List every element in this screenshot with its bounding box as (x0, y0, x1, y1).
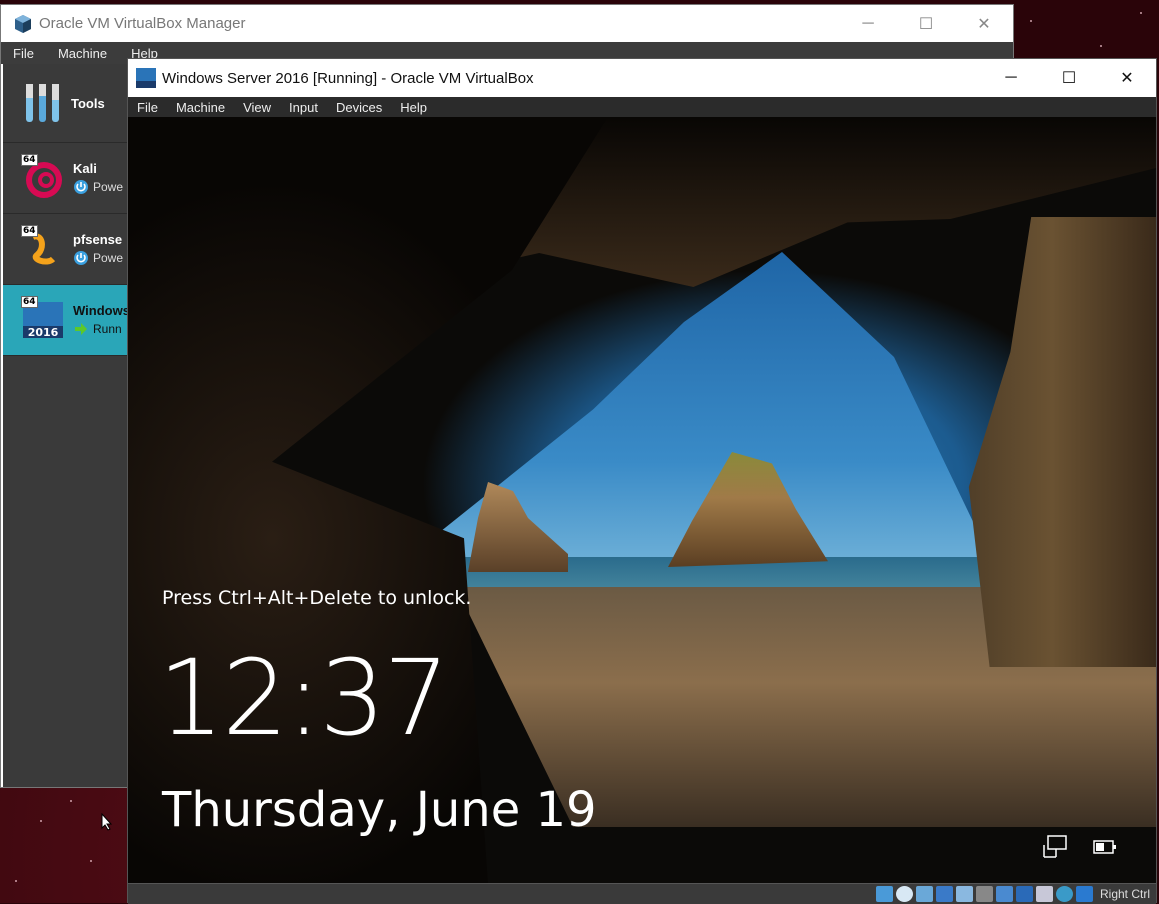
shared-folders-icon[interactable] (975, 886, 993, 902)
vm-name: Windows (73, 303, 130, 318)
vm-item-windows-2016[interactable]: 2016 64 Windows Runn (3, 285, 130, 356)
menu-file[interactable]: File (1, 46, 46, 61)
menu-machine[interactable]: Machine (167, 100, 234, 115)
debian-icon: 64 (21, 154, 63, 198)
64bit-badge: 64 (21, 296, 38, 308)
vm-statusbar: Right Ctrl (128, 883, 1156, 904)
freebsd-icon: 64 (21, 225, 63, 269)
vm-item-kali[interactable]: 64 Kali Powe (3, 143, 127, 214)
star (40, 820, 42, 822)
display-icon[interactable] (995, 886, 1013, 902)
star (70, 800, 72, 802)
network-adapter-icon[interactable] (935, 886, 953, 902)
menu-machine[interactable]: Machine (46, 46, 119, 61)
menu-devices[interactable]: Devices (327, 100, 391, 115)
host-key-label: Right Ctrl (1099, 887, 1150, 901)
star (90, 860, 92, 862)
power-off-icon (74, 251, 88, 265)
vm-window[interactable]: Windows Server 2016 [Running] - Oracle V… (127, 58, 1157, 904)
vm-state: Runn (93, 322, 122, 336)
lockscreen-date: Thursday, June 19 (162, 782, 597, 838)
power-off-icon (74, 180, 88, 194)
running-arrow-icon (75, 323, 87, 335)
vm-state: Powe (93, 180, 124, 194)
vm-name: Kali (73, 161, 97, 176)
audio-icon[interactable] (915, 886, 933, 902)
star (1030, 20, 1032, 22)
manager-title: Oracle VM VirtualBox Manager (39, 15, 246, 32)
vm-titlebar[interactable]: Windows Server 2016 [Running] - Oracle V… (128, 59, 1156, 97)
network-icon[interactable] (1042, 835, 1068, 859)
video-capture-icon[interactable] (1015, 886, 1033, 902)
tools-label: Tools (71, 95, 105, 111)
64bit-badge: 64 (21, 225, 38, 237)
tools-item[interactable]: Tools (3, 64, 127, 143)
vm-name: pfsense (73, 232, 123, 247)
usb-icon[interactable] (955, 886, 973, 902)
close-button[interactable]: ✕ (955, 5, 1013, 42)
star (15, 880, 17, 882)
hard-disk-icon[interactable] (875, 886, 893, 902)
menu-input[interactable]: Input (280, 100, 327, 115)
mouse-cursor-icon (101, 813, 113, 831)
maximize-button[interactable]: ☐ (1040, 60, 1098, 97)
vm-window-title: Windows Server 2016 [Running] - Oracle V… (162, 69, 534, 87)
lockscreen-time: 12:37 (158, 637, 450, 759)
virtualbox-logo-icon (15, 14, 31, 33)
optical-drive-icon[interactable] (895, 886, 913, 902)
close-button[interactable]: ✕ (1098, 60, 1156, 97)
windows-2016-icon: 2016 64 (21, 296, 63, 340)
manager-titlebar[interactable]: Oracle VM VirtualBox Manager ─ ☐ ✕ (1, 5, 1013, 42)
guest-additions-icon[interactable] (1055, 886, 1073, 902)
vm-list-sidebar: Tools 64 Kali Powe 64 pfsense Powe 2016 … (3, 64, 130, 787)
maximize-button[interactable]: ☐ (897, 5, 955, 42)
vm-display[interactable]: Press Ctrl+Alt+Delete to unlock. 12:37 T… (128, 117, 1156, 883)
year-label: 2016 (28, 326, 59, 339)
mouse-integration-icon[interactable] (1075, 886, 1093, 902)
vm-item-pfsense[interactable]: 64 pfsense Powe (3, 214, 127, 285)
vm-state: Powe (93, 251, 124, 265)
star (1100, 45, 1102, 47)
minimize-button[interactable]: ─ (982, 60, 1040, 97)
vm-menubar: File Machine View Input Devices Help (128, 97, 1156, 117)
tools-icon (26, 84, 59, 122)
menu-view[interactable]: View (234, 100, 280, 115)
battery-icon[interactable] (1092, 835, 1118, 859)
menu-file[interactable]: File (128, 100, 167, 115)
cpu-icon[interactable] (1035, 886, 1053, 902)
windows-server-icon (136, 68, 156, 88)
unlock-hint: Press Ctrl+Alt+Delete to unlock. (162, 587, 472, 609)
menu-help[interactable]: Help (391, 100, 436, 115)
64bit-badge: 64 (21, 154, 38, 166)
star (1140, 12, 1142, 14)
minimize-button[interactable]: ─ (839, 5, 897, 42)
